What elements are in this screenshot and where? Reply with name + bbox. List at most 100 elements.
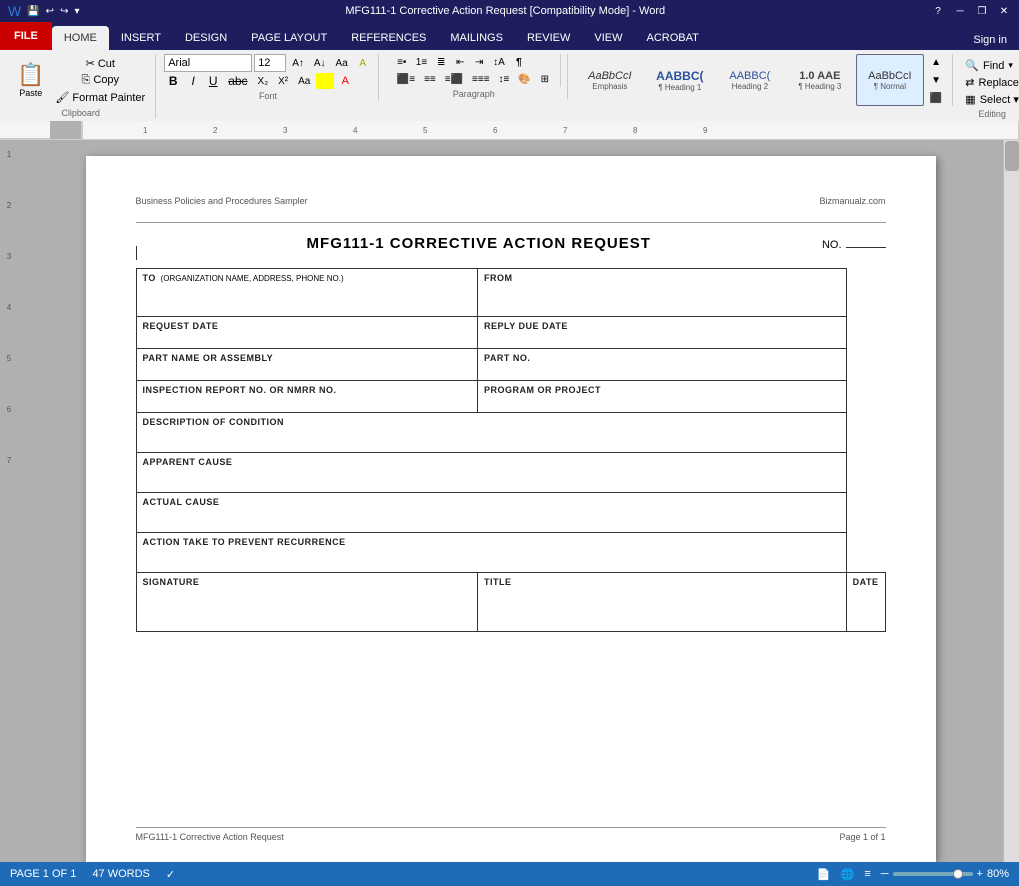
justify-button[interactable]: ≡≡≡ xyxy=(468,71,494,87)
ribbon-tabs: FILE HOME INSERT DESIGN PAGE LAYOUT REFE… xyxy=(0,22,1019,50)
view-web-icon[interactable]: 🌐 xyxy=(841,868,855,881)
find-button[interactable]: 🔍 Find ▾ xyxy=(961,58,1019,73)
window-title: MFG111-1 Corrective Action Request [Comp… xyxy=(79,5,931,17)
cut-button[interactable]: ✂ Cut xyxy=(51,55,149,71)
font-size-input[interactable]: 12 xyxy=(254,54,286,72)
tab-review[interactable]: REVIEW xyxy=(515,26,582,50)
style-normal[interactable]: AaBbCcI ¶ Normal xyxy=(856,54,924,106)
tab-acrobat[interactable]: ACROBAT xyxy=(634,26,710,50)
paragraph-label: Paragraph xyxy=(453,89,495,99)
signature-label: SIGNATURE xyxy=(143,577,472,587)
style-emphasis-preview: AaBbCcI xyxy=(588,70,631,82)
right-scrollbar[interactable] xyxy=(1003,140,1019,878)
style-heading1-label: ¶ Heading 1 xyxy=(658,83,701,92)
align-center-button[interactable]: ≡≡ xyxy=(420,71,440,87)
bold-button[interactable]: B xyxy=(164,73,182,89)
tab-page-layout[interactable]: PAGE LAYOUT xyxy=(239,26,339,50)
cell-request-date: REQUEST DATE xyxy=(136,317,478,349)
text-effects-button[interactable]: A xyxy=(354,55,372,71)
replace-button[interactable]: ⇄ Replace xyxy=(961,75,1019,90)
quick-access-undo[interactable]: ↩ xyxy=(46,6,54,17)
style-normal-preview: AaBbCcI xyxy=(868,70,911,82)
view-outline-icon[interactable]: ≡ xyxy=(864,868,870,880)
font-color-button[interactable]: A xyxy=(336,73,354,89)
tab-mailings[interactable]: MAILINGS xyxy=(438,26,515,50)
paste-button[interactable]: 📋 Paste xyxy=(12,54,49,106)
svg-text:5: 5 xyxy=(423,126,428,135)
editing-buttons: 🔍 Find ▾ ⇄ Replace ▦ Select ▾ xyxy=(961,54,1019,107)
line-spacing-button[interactable]: ↕≡ xyxy=(495,71,514,87)
quick-access-redo[interactable]: ↪ xyxy=(60,6,68,17)
signin-button[interactable]: Sign in xyxy=(961,30,1019,50)
styles-more[interactable]: ⬛ xyxy=(926,90,946,106)
clipboard-small: ✂ Cut ⎘ Copy 🖌 Format Painter xyxy=(51,55,149,105)
cell-signature: SIGNATURE xyxy=(136,573,478,632)
zoom-out-button[interactable]: ─ xyxy=(881,868,889,880)
show-marks-button[interactable]: ¶ xyxy=(510,54,528,70)
tab-view[interactable]: VIEW xyxy=(582,26,634,50)
replace-label: Replace xyxy=(979,77,1019,89)
align-right-button[interactable]: ≡⬛ xyxy=(441,71,467,87)
style-emphasis[interactable]: AaBbCcI Emphasis xyxy=(576,54,644,106)
clear-format-button[interactable]: Aa xyxy=(332,55,352,71)
view-print-icon[interactable]: 📄 xyxy=(817,868,831,881)
header-right: Bizmanualz.com xyxy=(819,196,885,206)
tab-file[interactable]: FILE xyxy=(0,22,52,50)
format-painter-button[interactable]: 🖌 Format Painter xyxy=(51,89,149,105)
zoom-slider[interactable] xyxy=(893,872,973,876)
multilevel-button[interactable]: ≣ xyxy=(432,54,450,70)
quick-access-save[interactable]: 💾 xyxy=(27,6,39,17)
select-button[interactable]: ▦ Select ▾ xyxy=(961,92,1019,107)
cell-program: PROGRAM OR PROJECT xyxy=(478,381,847,413)
table-row-description: DESCRIPTION OF CONDITION xyxy=(136,413,885,453)
increase-indent-button[interactable]: ⇥ xyxy=(470,54,488,70)
apparent-cause-label: APPARENT CAUSE xyxy=(143,457,840,467)
status-bar: PAGE 1 OF 1 47 WORDS ✓ 📄 🌐 ≡ ─ + 80% xyxy=(0,862,1019,886)
close-button[interactable]: ✕ xyxy=(997,4,1011,18)
strikethrough-button[interactable]: abc xyxy=(224,73,251,89)
styles-scroll-up[interactable]: ▲ xyxy=(926,54,946,70)
zoom-in-button[interactable]: + xyxy=(977,868,983,880)
scrollbar-thumb[interactable] xyxy=(1005,141,1019,171)
underline-button[interactable]: U xyxy=(204,73,222,89)
borders-button[interactable]: ⊞ xyxy=(536,71,554,87)
shading-button[interactable]: 🎨 xyxy=(514,71,534,87)
bullets-button[interactable]: ≡• xyxy=(393,54,411,70)
ruler-inner: 1 2 3 4 5 6 7 8 9 xyxy=(82,121,1019,139)
numbering-button[interactable]: 1≡ xyxy=(412,54,431,70)
font-name-input[interactable]: Arial xyxy=(164,54,252,72)
minimize-button[interactable]: ─ xyxy=(953,4,967,18)
help-button[interactable]: ? xyxy=(931,4,945,18)
title-label: TITLE xyxy=(484,577,840,587)
zoom-thumb[interactable] xyxy=(953,869,963,879)
italic-button[interactable]: I xyxy=(184,73,202,89)
document-page[interactable]: Business Policies and Procedures Sampler… xyxy=(86,156,936,862)
superscript-button[interactable]: X² xyxy=(274,73,292,89)
increase-font-button[interactable]: A↑ xyxy=(288,55,308,71)
style-heading1[interactable]: AABBC( ¶ Heading 1 xyxy=(646,54,714,106)
sort-button[interactable]: ↕A xyxy=(489,54,509,70)
style-heading2[interactable]: AABBC( Heading 2 xyxy=(716,54,784,106)
table-row-inspection: INSPECTION REPORT NO. OR NMRR NO. PROGRA… xyxy=(136,381,885,413)
ribbon-content: 📋 Paste ✂ Cut ⎘ Copy 🖌 Format Painter Cl… xyxy=(0,50,1019,121)
styles-scroll-down[interactable]: ▼ xyxy=(926,72,946,88)
group-paragraph: ≡• 1≡ ≣ ⇤ ⇥ ↕A ¶ ⬛≡ ≡≡ ≡⬛ ≡≡≡ ↕≡ 🎨 ⊞ xyxy=(381,54,568,99)
tab-home[interactable]: HOME xyxy=(52,26,109,50)
tab-insert[interactable]: INSERT xyxy=(109,26,173,50)
decrease-font-button[interactable]: A↓ xyxy=(310,55,330,71)
subscript-button[interactable]: X₂ xyxy=(254,73,273,89)
decrease-indent-button[interactable]: ⇤ xyxy=(451,54,469,70)
highlight-button[interactable]: A xyxy=(316,73,334,89)
style-heading3[interactable]: 1.0 AAE ¶ Heading 3 xyxy=(786,54,854,106)
proofing-icon[interactable]: ✓ xyxy=(166,868,175,881)
copy-button[interactable]: ⎘ Copy xyxy=(51,72,149,88)
cell-title: TITLE xyxy=(478,573,847,632)
description-label: DESCRIPTION OF CONDITION xyxy=(143,417,840,427)
align-left-button[interactable]: ⬛≡ xyxy=(393,71,419,87)
tab-references[interactable]: REFERENCES xyxy=(339,26,438,50)
tab-design[interactable]: DESIGN xyxy=(173,26,239,50)
ruler-mark-7: 7 xyxy=(7,456,11,465)
select-icon: ▦ xyxy=(965,93,975,106)
text-case-button[interactable]: Aa xyxy=(294,73,314,89)
restore-button[interactable]: ❐ xyxy=(975,4,989,18)
